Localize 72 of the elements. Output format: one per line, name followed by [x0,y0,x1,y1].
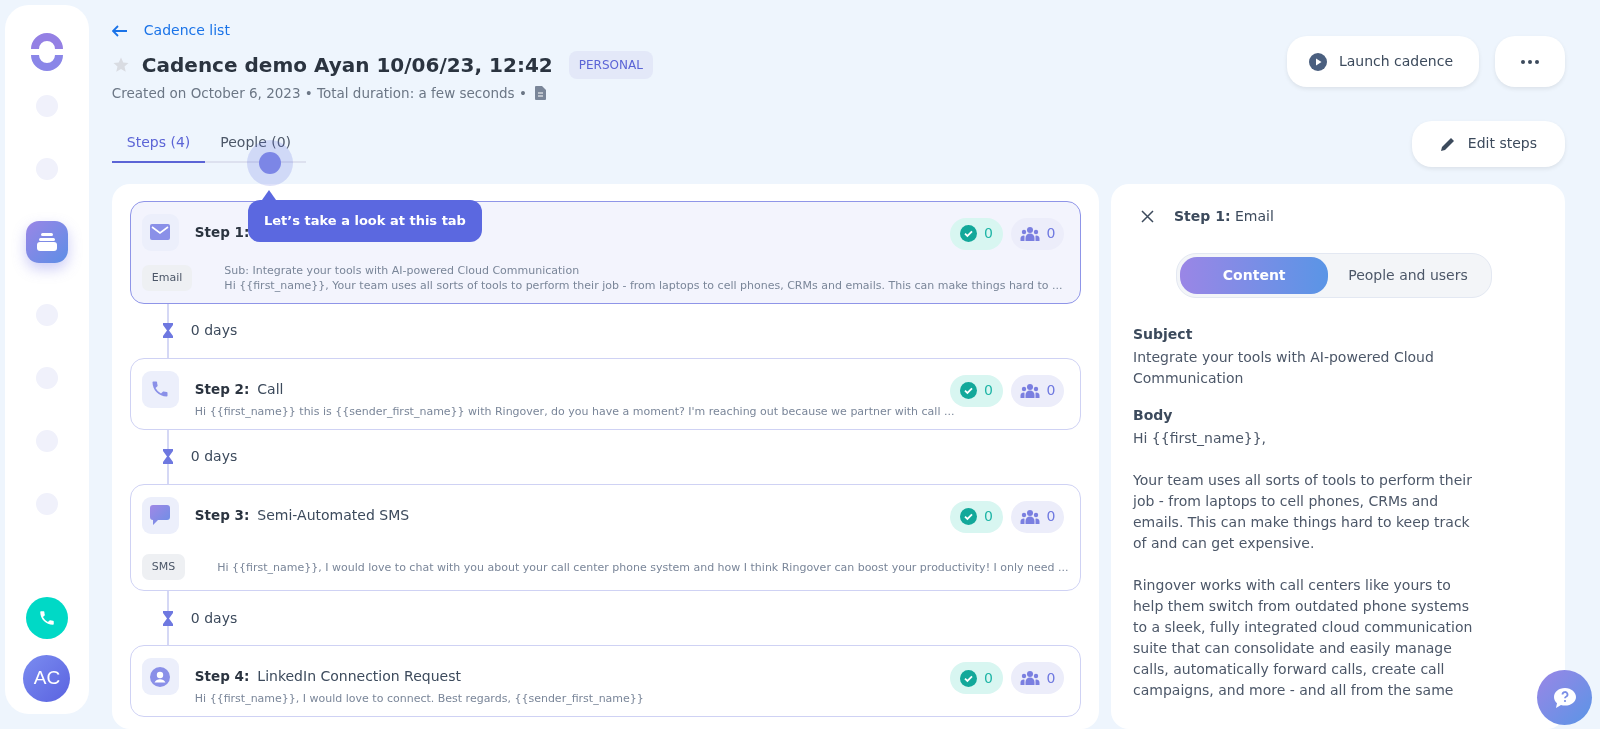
people-count: 0 [1011,662,1064,695]
step-label: Step 4: [194,667,250,687]
step-preview: Hi {{first_name}}, Your team uses all sorts of tools to perform their job - from laptops to cell phones, CRMs and emails. This can make things hard to ... [224,277,1063,293]
phone-icon [37,609,56,627]
hourglass-icon [162,449,173,465]
people-icon [1019,225,1040,242]
cadence-title: Cadence demo Ayan 10/06/23, 12:42 [141,52,553,77]
person-icon [150,666,171,687]
check-circle-icon [960,669,978,687]
help-bubble-icon [1551,685,1578,710]
body-paragraph: Ringover works with call centers like yours to help them switch from outdated phone systems to a sleek, fully integrated cloud communication suite that can consolidate and easily manage calls, automatically forward calls, create call campaigns, and more - and all from the same [1133,575,1473,700]
step-card[interactable]: Step 3: Semi-Automated SMS 0 0 SMS Hi {{first_name}}, I would love to chat with you about your call center phone system and how I think Ringover can boost your productivity! I only need ... [129,483,1081,592]
step-title: Semi-Automated SMS [257,505,410,525]
document-icon [534,85,546,100]
close-icon [1141,210,1154,224]
subject-text: Integrate your tools with AI-powered Cloud Communication [1133,347,1435,388]
step-preview: Hi {{first_name}}, I would love to chat with you about your call center phone system and how I think Ringover can boost your productivity! I only need ... [217,559,1069,575]
check-circle-icon [960,382,978,400]
envelope-icon [150,224,171,241]
people-count: 0 [1011,217,1064,250]
delay-text: 0 days [190,608,238,628]
completed-count: 0 [950,217,1003,250]
check-circle-icon [960,508,978,526]
step-title: LinkedIn Connection Request [257,667,461,687]
channel-tag: Email [141,264,193,291]
back-link[interactable]: Cadence list [111,20,230,41]
delay-text: 0 days [190,447,238,467]
inbox-stack-icon [35,232,58,252]
step-label: Step 2: [194,379,250,399]
subject-label: Subject [1133,324,1194,344]
pencil-icon [1439,135,1456,152]
completed-count: 0 [950,374,1003,407]
step-card[interactable] [129,200,1081,304]
people-count: 0 [1011,500,1064,533]
step-card[interactable]: Step 4: LinkedIn Connection Request Hi {{first_name}}, I would love to connect. Best regards, {{sender_first_name}} 0 0 [129,645,1081,718]
step-subject: Sub: Integrate your tools with AI-powered Cloud Communication [224,262,580,278]
step-label: Step 1: [194,222,250,242]
segment-tab[interactable]: People and users [1328,256,1488,294]
tooltip-arrow [262,190,276,200]
check-circle-icon [960,225,978,243]
step-label: Step 3: [194,505,250,525]
completed-count: 0 [950,500,1003,533]
people-icon [1019,382,1040,399]
detail-title: Step 1: Email [1174,206,1274,226]
people-icon [1019,508,1040,525]
completed-count: 0 [950,662,1003,695]
nav-item[interactable] [25,221,68,263]
cadence-meta: Created on October 6, 2023 • Total duration: a few seconds • [111,83,527,103]
play-icon [1308,52,1327,71]
people-count: 0 [1011,374,1064,407]
body-paragraph: Hi {{first_name}}, [1133,428,1267,448]
step-preview: Hi {{first_name}}, I would love to connect. Best regards, {{sender_first_name}} [194,691,644,707]
hourglass-icon [162,323,173,339]
channel-tag: SMS [141,553,186,581]
step-title: Call [257,379,284,399]
user-avatar[interactable]: AC [23,655,71,702]
more-icon [1521,59,1539,64]
chat-bubble-icon [149,504,172,527]
body-paragraph: Your team uses all sorts of tools to perform their job - from laptops to cell phones, CRMs and emails. This can make things hard to keep track of and can get expensive. [1133,470,1473,553]
personal-badge: PERSONAL [568,50,653,79]
launch-cadence-button[interactable]: Launch cadence [1286,36,1479,87]
more-options-button[interactable] [1495,36,1565,87]
tab[interactable]: Steps (4) [111,124,206,164]
people-icon [1019,670,1040,687]
delay-text: 0 days [190,321,238,341]
body-label: Body [1133,405,1174,425]
back-arrow-icon [111,24,128,37]
hourglass-icon [162,610,173,626]
phone-button[interactable] [25,597,68,639]
tour-tooltip: Let’s take a look at this tab [248,200,482,242]
edit-steps-button[interactable]: Edit steps [1411,120,1565,167]
step-card[interactable]: Step 2: Call Hi {{first_name}} this is {{sender_first_name}} with Ringover, do you have a moment? I'm reaching out because we partner with call ... 0 0 [129,357,1081,430]
